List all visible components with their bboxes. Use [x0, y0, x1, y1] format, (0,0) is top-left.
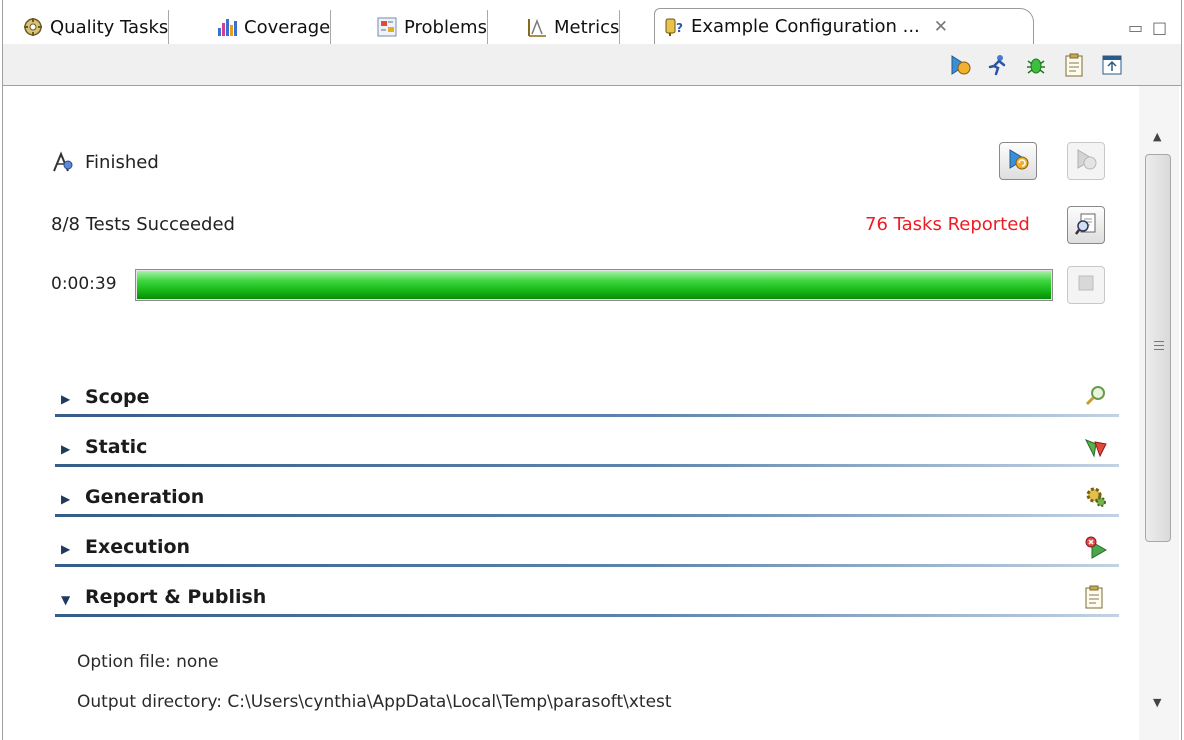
- section-title: Scope: [85, 386, 150, 408]
- run-status-label: Finished: [85, 152, 159, 173]
- tab-label: Metrics: [554, 16, 620, 38]
- expand-arrow-icon[interactable]: ▶: [61, 392, 70, 406]
- test-progress-bar: [135, 269, 1053, 301]
- scrollbar-thumb[interactable]: [1145, 154, 1171, 542]
- section-title: Generation: [85, 486, 205, 508]
- expand-arrow-icon[interactable]: ▶: [61, 542, 70, 556]
- scroll-down-arrow-icon[interactable]: ▼: [1153, 696, 1161, 709]
- tab-example-configuration[interactable]: ? Example Configuration ... ✕: [654, 8, 1034, 44]
- tab-label: Example Configuration ...: [691, 16, 920, 37]
- section-title: Execution: [85, 536, 191, 558]
- problems-icon: [376, 16, 398, 38]
- section-execution[interactable]: ▶ Execution: [55, 534, 1119, 567]
- option-file-text: Option file: none: [77, 652, 219, 672]
- generation-gear-icon: [1083, 484, 1109, 510]
- tab-label: Coverage: [244, 16, 331, 38]
- execution-play-icon: [1083, 534, 1109, 560]
- tab-quality-tasks[interactable]: Quality Tasks: [14, 10, 170, 44]
- output-directory-text: Output directory: C:\Users\cynthia\AppDa…: [77, 692, 672, 712]
- section-divider: [55, 564, 1119, 567]
- progress-bar-fill: [137, 271, 1051, 299]
- metrics-icon: [526, 16, 548, 38]
- view-toolbar: [2, 44, 1182, 86]
- section-static[interactable]: ▶ Static: [55, 434, 1119, 467]
- coverage-chart-icon: [216, 16, 238, 38]
- section-report-publish[interactable]: ▼ Report & Publish: [55, 584, 1119, 617]
- view-tasks-button[interactable]: [1067, 206, 1105, 244]
- vertical-scrollbar[interactable]: ▲ ▼: [1139, 86, 1179, 740]
- open-view-icon[interactable]: [1099, 52, 1125, 78]
- section-divider: [55, 514, 1119, 517]
- section-divider: [55, 614, 1119, 617]
- magnifier-report-icon: [1073, 210, 1099, 240]
- rerun-button[interactable]: [999, 142, 1037, 180]
- static-analysis-icon: [1083, 434, 1109, 460]
- stop-icon: [1077, 274, 1095, 296]
- run-icon[interactable]: [985, 52, 1011, 78]
- view-tab-strip: Quality Tasks Coverage Problems Metrics …: [0, 0, 1184, 44]
- expand-arrow-icon[interactable]: ▶: [61, 442, 70, 456]
- quality-tasks-icon: [22, 16, 44, 38]
- expand-arrow-icon[interactable]: ▶: [61, 492, 70, 506]
- svg-text:?: ?: [676, 21, 683, 35]
- tab-problems[interactable]: Problems: [368, 10, 488, 44]
- tab-label: Problems: [404, 16, 487, 38]
- scope-search-icon: [1083, 384, 1109, 410]
- rerun-failed-icon: [1073, 146, 1099, 176]
- collapse-arrow-icon[interactable]: ▼: [61, 593, 70, 607]
- section-divider: [55, 464, 1119, 467]
- scroll-up-arrow-icon[interactable]: ▲: [1153, 130, 1161, 143]
- section-title: Static: [85, 436, 148, 458]
- elapsed-time: 0:00:39: [51, 274, 117, 294]
- tab-metrics[interactable]: Metrics: [518, 10, 621, 44]
- report-icon[interactable]: [1061, 52, 1087, 78]
- test-progress-panel: Finished 8/8 Tests Succeeded 76 Tasks Re…: [2, 86, 1182, 740]
- section-scope[interactable]: ▶ Scope: [55, 384, 1119, 417]
- close-tab-icon[interactable]: ✕: [934, 17, 948, 37]
- test-config-icon: ?: [663, 16, 685, 38]
- scroll-grip-icon: [1154, 341, 1164, 353]
- report-clipboard-icon: [1083, 584, 1109, 610]
- finished-status-icon: [51, 150, 75, 174]
- tasks-reported-link[interactable]: 76 Tasks Reported: [865, 214, 1030, 235]
- rerun-failed-button[interactable]: [1067, 142, 1105, 180]
- stop-button[interactable]: [1067, 266, 1105, 304]
- section-divider: [55, 414, 1119, 417]
- rerun-icon: [1005, 146, 1031, 176]
- tab-label: Quality Tasks: [50, 16, 169, 38]
- debug-icon[interactable]: [1023, 52, 1049, 78]
- section-generation[interactable]: ▶ Generation: [55, 484, 1119, 517]
- run-config-icon[interactable]: [947, 52, 973, 78]
- tab-coverage[interactable]: Coverage: [208, 10, 332, 44]
- minimize-view-icon[interactable]: ▭: [1128, 18, 1143, 37]
- section-title: Report & Publish: [85, 586, 267, 608]
- maximize-view-icon[interactable]: □: [1152, 18, 1167, 37]
- tests-summary: 8/8 Tests Succeeded: [51, 214, 235, 235]
